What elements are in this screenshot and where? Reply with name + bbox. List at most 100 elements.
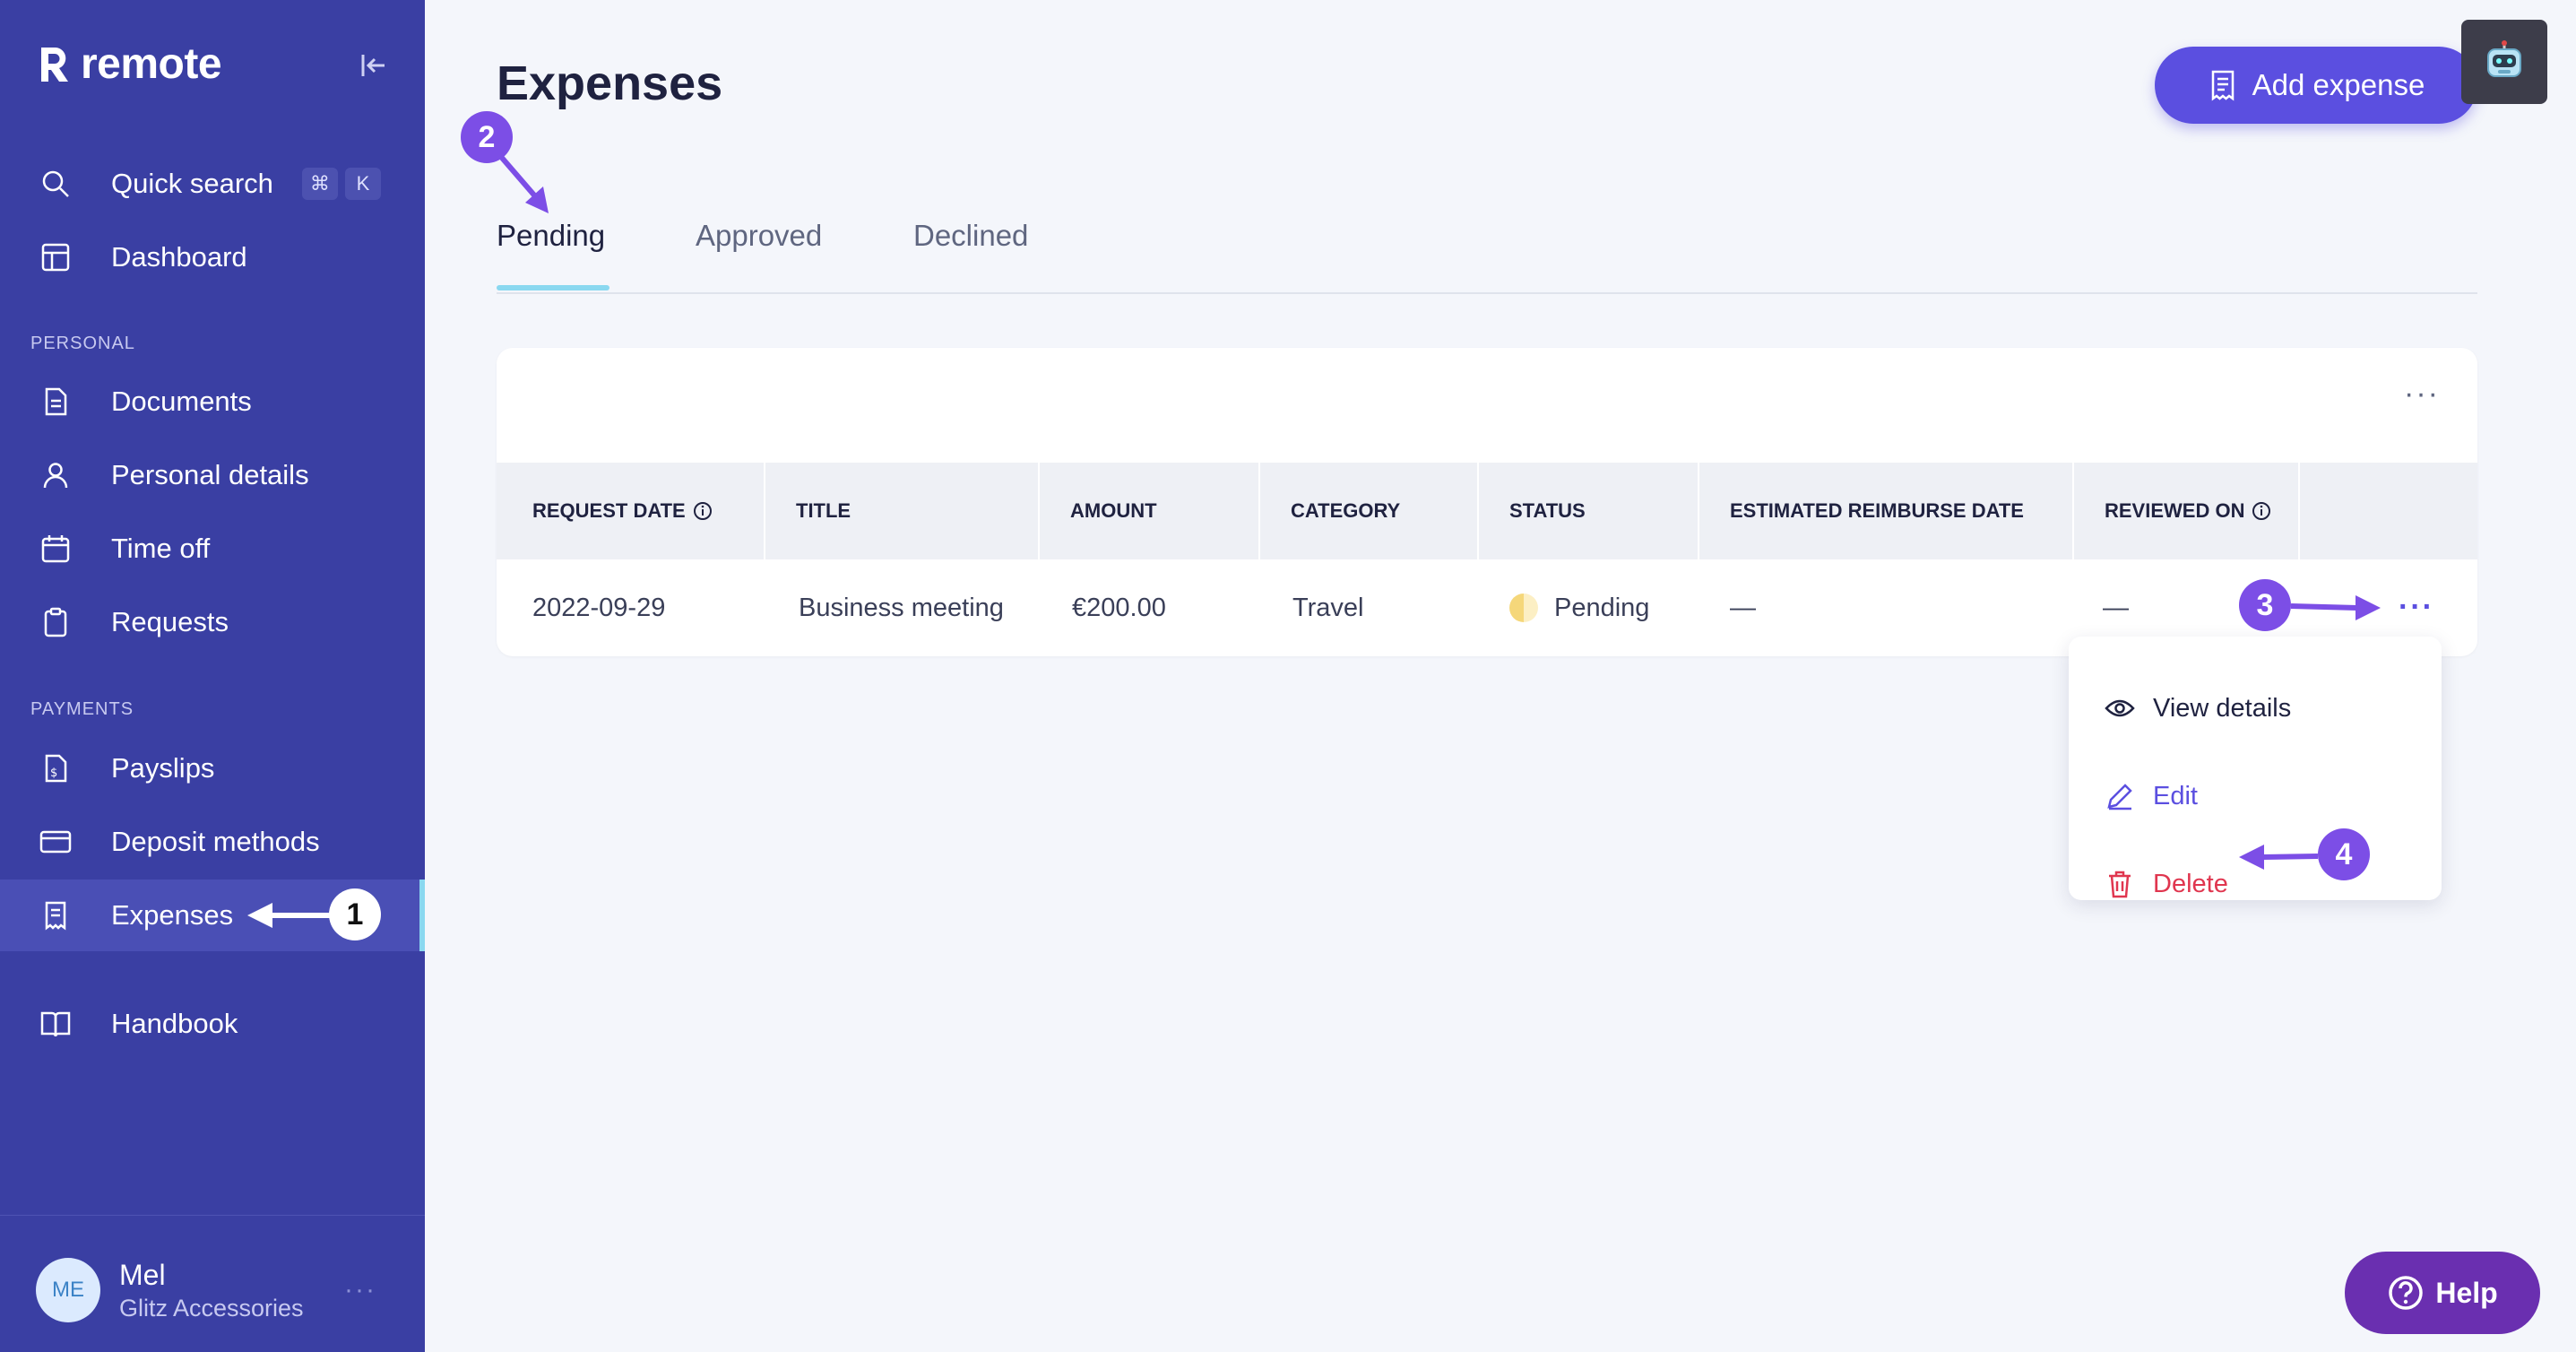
cell-estimated-reimburse-date: — — [1730, 593, 1756, 622]
cell-title: Business meeting — [799, 593, 1004, 622]
robot-icon — [2487, 40, 2521, 77]
sidebar-item-time-off[interactable]: Time off — [0, 513, 425, 585]
annotation-arrow-2 — [499, 156, 549, 213]
calendar-icon — [38, 531, 73, 567]
menu-item-view-details[interactable]: View details — [2105, 681, 2291, 735]
col-estimated-reimburse-date[interactable]: ESTIMATED REIMBURSE DATE — [1699, 463, 2074, 559]
col-label: TITLE — [796, 499, 851, 522]
user-company: Glitz Accessories — [119, 1295, 304, 1322]
user-name: Mel — [119, 1259, 166, 1291]
menu-item-delete[interactable]: Delete — [2105, 857, 2228, 911]
col-label: REVIEWED ON — [2105, 499, 2245, 522]
col-label: REQUEST DATE — [532, 499, 686, 522]
user-profile[interactable]: ME Mel Glitz Accessories ··· — [0, 1215, 425, 1352]
col-status[interactable]: STATUS — [1479, 463, 1699, 559]
menu-item-label: Delete — [2153, 869, 2228, 898]
question-icon — [2389, 1276, 2424, 1310]
eye-icon — [2105, 699, 2135, 717]
receipt-icon — [38, 897, 73, 933]
menu-item-label: Edit — [2153, 781, 2198, 810]
col-title[interactable]: TITLE — [765, 463, 1040, 559]
tab-approved[interactable]: Approved — [696, 219, 822, 253]
cell-status: Pending — [1509, 559, 1649, 656]
assistant-button[interactable] — [2461, 20, 2547, 104]
annotation-badge-1: 1 — [329, 888, 381, 940]
tab-declined[interactable]: Declined — [913, 219, 1028, 253]
sidebar-item-handbook[interactable]: Handbook — [0, 988, 425, 1060]
row-actions-button[interactable]: ··· — [2399, 590, 2434, 625]
help-label: Help — [2435, 1276, 2498, 1309]
user-icon — [38, 457, 73, 493]
info-icon[interactable] — [2252, 501, 2271, 521]
add-expense-button[interactable]: Add expense — [2155, 47, 2477, 124]
pending-status-icon — [1509, 594, 1538, 622]
search-icon — [38, 166, 73, 202]
col-category[interactable]: CATEGORY — [1260, 463, 1479, 559]
sidebar-item-payslips[interactable]: $ Payslips — [0, 732, 425, 804]
active-tab-indicator — [497, 285, 609, 290]
user-menu-button[interactable]: ··· — [344, 1275, 376, 1305]
sidebar-item-dashboard[interactable]: Dashboard — [0, 221, 425, 293]
shortcut-hint: ⌘ K — [295, 168, 381, 200]
sidebar: remote Quick search ⌘ K Dashboard PERSON… — [0, 0, 425, 1352]
cell-amount: €200.00 — [1072, 593, 1166, 622]
collapse-left-icon — [361, 55, 385, 76]
clipboard-icon — [38, 604, 73, 640]
k-key: K — [344, 168, 381, 200]
tab-pending[interactable]: Pending — [497, 219, 605, 253]
sidebar-item-label: Time off — [111, 533, 211, 564]
section-label-payments: PAYMENTS — [30, 699, 134, 719]
sidebar-item-label: Expenses — [111, 899, 234, 931]
row-actions-menu: View details Edit Delete — [2069, 637, 2442, 900]
remote-logo-icon — [41, 47, 68, 82]
pencil-icon — [2107, 784, 2132, 810]
status-label: Pending — [1554, 593, 1650, 622]
sidebar-item-label: Dashboard — [111, 241, 247, 273]
section-label-personal: PERSONAL — [30, 334, 135, 353]
card-icon — [38, 824, 73, 860]
tab-bar: Pending Approved Declined — [497, 206, 2477, 294]
document-icon — [38, 384, 73, 420]
add-expense-label: Add expense — [2252, 68, 2425, 101]
table-header: REQUEST DATE TITLE AMOUNT CATEGORY STATU… — [497, 463, 2477, 559]
sidebar-item-label: Payslips — [111, 752, 215, 784]
col-amount[interactable]: AMOUNT — [1040, 463, 1260, 559]
brand-name: remote — [81, 40, 222, 88]
svg-text:$: $ — [50, 767, 57, 780]
annotation-badge-3: 3 — [2239, 579, 2291, 631]
sidebar-item-label: Documents — [111, 386, 252, 417]
sidebar-item-label: Deposit methods — [111, 826, 320, 857]
brand-logo[interactable]: remote — [36, 39, 222, 89]
sidebar-item-quick-search[interactable]: Quick search ⌘ K — [0, 148, 425, 220]
sidebar-item-label: Handbook — [111, 1008, 238, 1039]
menu-item-edit[interactable]: Edit — [2105, 769, 2198, 823]
info-icon[interactable] — [693, 501, 713, 521]
help-button[interactable]: Help — [2345, 1252, 2540, 1334]
sidebar-item-documents[interactable]: Documents — [0, 366, 425, 438]
cell-request-date: 2022-09-29 — [532, 593, 666, 622]
page-title: Expenses — [497, 56, 723, 110]
avatar: ME — [36, 1258, 100, 1322]
col-reviewed-on[interactable]: REVIEWED ON — [2074, 463, 2300, 559]
col-label: CATEGORY — [1291, 499, 1401, 522]
book-icon — [38, 1006, 73, 1042]
cmd-key: ⌘ — [301, 168, 338, 200]
col-request-date[interactable]: REQUEST DATE — [497, 463, 765, 559]
col-label: AMOUNT — [1070, 499, 1157, 522]
annotation-badge-4: 4 — [2318, 828, 2370, 880]
sidebar-item-label: Requests — [111, 606, 229, 637]
menu-item-label: View details — [2153, 693, 2292, 723]
sidebar-item-label: Personal details — [111, 459, 309, 490]
col-label: STATUS — [1509, 499, 1586, 522]
expenses-table-card: ··· REQUEST DATE TITLE AMOUNT CATEGORY S… — [497, 348, 2477, 656]
payslip-icon: $ — [38, 750, 73, 786]
trash-icon — [2109, 871, 2131, 898]
annotation-badge-2: 2 — [461, 111, 513, 163]
sidebar-item-personal-details[interactable]: Personal details — [0, 439, 425, 511]
cell-category: Travel — [1292, 593, 1364, 622]
layout-icon — [38, 239, 73, 275]
collapse-sidebar-button[interactable] — [357, 49, 389, 82]
table-options-button[interactable]: ··· — [2404, 377, 2440, 412]
sidebar-item-deposit-methods[interactable]: Deposit methods — [0, 806, 425, 878]
sidebar-item-requests[interactable]: Requests — [0, 586, 425, 658]
